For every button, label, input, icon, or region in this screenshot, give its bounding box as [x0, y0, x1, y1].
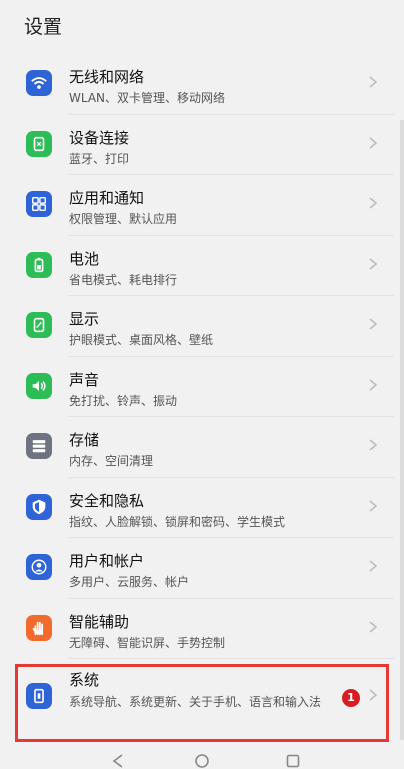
settings-item-display[interactable]: 显示 护眼模式、桌面风格、壁纸 — [10, 296, 394, 357]
item-label: 显示 — [69, 310, 100, 328]
item-subtitle: 多用户、云服务、帐户 — [69, 575, 190, 589]
wifi-icon — [26, 70, 52, 96]
chevron-right-icon — [369, 136, 378, 149]
display-icon — [26, 312, 52, 338]
phone-icon — [26, 683, 52, 709]
item-subtitle: 护眼模式、桌面风格、壁纸 — [69, 333, 214, 347]
item-subtitle: 蓝牙、打印 — [69, 151, 130, 166]
item-subtitle: 指纹、人脸解锁、锁屏和密码、学生模式 — [69, 514, 286, 529]
chevron-right-icon — [369, 197, 378, 209]
item-label: 存储 — [69, 431, 100, 449]
item-label: 系统 — [69, 671, 100, 689]
chevron-right-icon — [369, 499, 378, 512]
item-label: 设备连接 — [69, 128, 130, 147]
item-label: 电池 — [69, 249, 100, 268]
item-subtitle: 免打扰、铃声、振动 — [69, 393, 178, 408]
item-label: 用户和帐户 — [69, 552, 145, 570]
settings-item-storage[interactable]: 存储 内存、空间清理 — [10, 417, 394, 478]
page-title: 设置 — [24, 16, 63, 38]
item-label: 声音 — [69, 370, 100, 389]
settings-item-users-accounts[interactable]: 用户和帐户 多用户、云服务、帐户 — [10, 538, 394, 599]
settings-item-security-privacy[interactable]: 安全和隐私 指纹、人脸解锁、锁屏和密码、学生模式 — [10, 478, 394, 538]
settings-item-wireless-network[interactable]: 无线和网络 WLAN、双卡管理、移动网络 — [10, 54, 394, 115]
settings-item-sound[interactable]: 声音 免打扰、铃声、振动 — [10, 357, 394, 417]
navigation-bar — [0, 747, 404, 769]
item-subtitle: 无障碍、智能识屏、手势控制 — [69, 635, 226, 650]
notification-badge: 1 — [342, 689, 360, 707]
chevron-right-icon — [369, 439, 378, 451]
item-subtitle: WLAN、双卡管理、移动网络 — [69, 91, 226, 105]
settings-item-smart-assistance[interactable]: 智能辅助 无障碍、智能识屏、手势控制 — [10, 599, 394, 659]
chevron-right-icon — [369, 318, 378, 330]
apps-icon — [26, 191, 52, 217]
chevron-right-icon — [369, 689, 378, 701]
user-icon — [26, 554, 52, 580]
item-subtitle: 系统导航、系统更新、关于手机、语言和输入法 — [69, 695, 322, 709]
settings-item-apps-notifications[interactable]: 应用和通知 权限管理、默认应用 — [10, 175, 394, 236]
chevron-right-icon — [369, 560, 378, 572]
chevron-right-icon — [369, 620, 378, 633]
chevron-right-icon — [369, 76, 378, 88]
settings-item-device-connection[interactable]: 设备连接 蓝牙、打印 — [10, 115, 394, 175]
device-connect-icon — [26, 130, 52, 157]
scroll-edge — [400, 120, 404, 740]
item-label: 安全和隐私 — [69, 491, 145, 510]
chevron-right-icon — [369, 378, 378, 391]
item-subtitle: 省电模式、耗电排行 — [69, 272, 178, 287]
settings-item-battery[interactable]: 电池 省电模式、耗电排行 — [10, 236, 394, 296]
shield-icon — [26, 493, 52, 520]
item-label: 无线和网络 — [69, 68, 145, 86]
item-subtitle: 权限管理、默认应用 — [69, 212, 178, 226]
top-bar: 设置 — [0, 0, 404, 54]
battery-icon — [26, 251, 52, 278]
settings-list: 无线和网络 WLAN、双卡管理、移动网络 设备连接 蓝牙、打印 应用和通知 权限… — [10, 54, 394, 738]
back-icon[interactable] — [110, 753, 126, 769]
hand-icon — [26, 614, 52, 641]
chevron-right-icon — [369, 257, 378, 270]
recent-apps-icon[interactable] — [285, 753, 301, 769]
item-subtitle: 内存、空间清理 — [69, 454, 154, 468]
storage-icon — [26, 433, 52, 459]
settings-item-system[interactable]: 系统 系统导航、系统更新、关于手机、语言和输入法 1 — [10, 659, 394, 738]
sound-icon — [26, 372, 52, 399]
home-icon[interactable] — [194, 753, 210, 769]
item-label: 智能辅助 — [69, 612, 130, 631]
item-label: 应用和通知 — [69, 189, 145, 207]
